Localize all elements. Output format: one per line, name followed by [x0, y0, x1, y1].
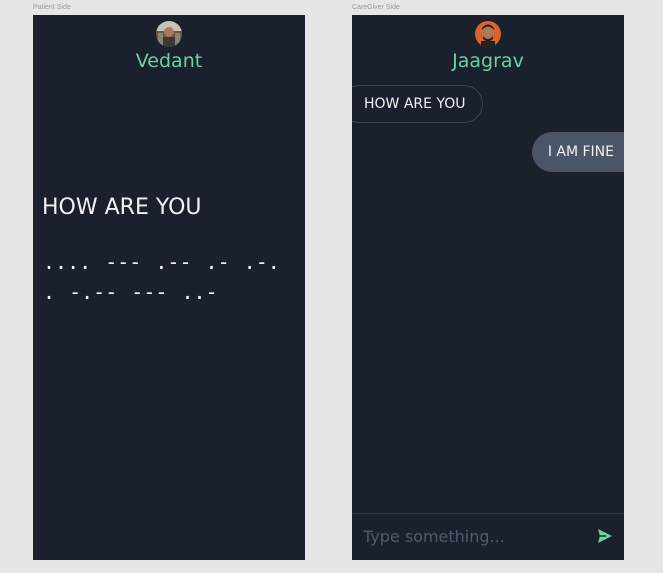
message-composer: [352, 513, 624, 560]
send-button[interactable]: [596, 527, 614, 545]
patient-screen: Vedant HOW ARE YOU .... --- .-- .- .-. .…: [33, 15, 305, 560]
patient-message-text: HOW ARE YOU: [42, 195, 202, 220]
caregiver-user-name: Jaagrav: [452, 50, 524, 72]
design-canvas: Patient Side CareGiver Side Vedant HOW A…: [0, 0, 663, 573]
patient-morse-code: .... --- .-- .- .-. . -.-- --- ..-: [43, 250, 280, 304]
patient-avatar: [156, 21, 182, 47]
caregiver-screen: Jaagrav HOW ARE YOU I AM FINE: [352, 15, 624, 560]
message-input[interactable]: [352, 514, 582, 558]
patient-user-name: Vedant: [135, 50, 203, 72]
received-message-bubble: HOW ARE YOU: [352, 85, 483, 123]
caregiver-frame-label: CareGiver Side: [352, 4, 400, 11]
patient-frame-label: Patient Side: [33, 4, 71, 11]
caregiver-avatar: [475, 21, 501, 47]
send-icon: [598, 529, 612, 543]
sent-message-bubble: I AM FINE: [531, 132, 624, 172]
